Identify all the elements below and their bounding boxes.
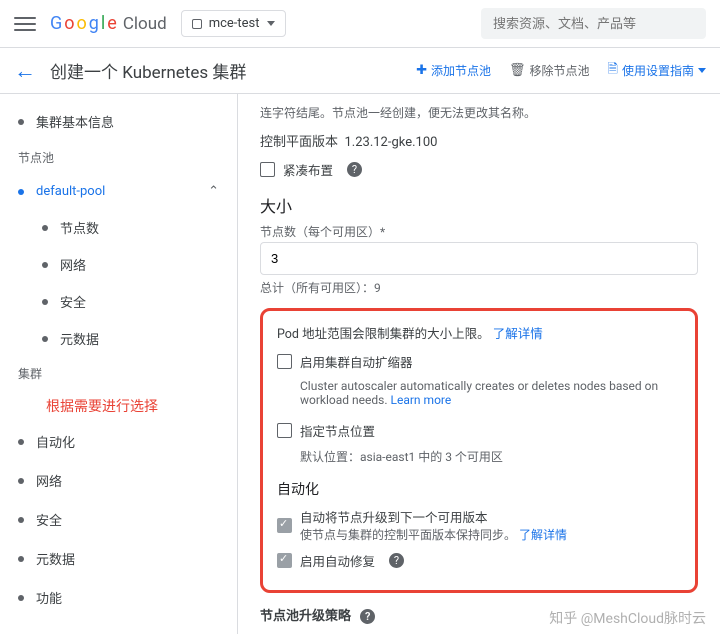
- autoscaler-label: 启用集群自动扩缩器: [300, 352, 413, 371]
- sidebar-basic-info[interactable]: 集群基本信息: [0, 102, 237, 141]
- autoscaler-checkbox[interactable]: [277, 354, 292, 369]
- size-heading: 大小: [260, 193, 698, 217]
- name-hint: 连字符结尾。节点池一经创建，便无法更改其名称。: [260, 104, 698, 121]
- chevron-down-icon: [267, 21, 275, 26]
- sidebar: 集群基本信息 节点池 default-pool⌃ 节点数 网络 安全 元数据 集…: [0, 94, 238, 634]
- sidebar-pool-metadata[interactable]: 元数据: [42, 320, 237, 357]
- sidebar-cluster-auto[interactable]: 自动化: [0, 422, 237, 461]
- location-default: 默认位置：asia-east1 中的 3 个可用区: [300, 448, 681, 465]
- auto-upgrade-label: 自动将节点升级到下一个可用版本: [300, 507, 567, 526]
- sidebar-cat-cluster: 集群: [0, 357, 237, 390]
- nodes-label: 节点数（每个可用区）*: [260, 223, 698, 240]
- watermark: 知乎 @MeshCloud脉时云: [549, 608, 706, 628]
- location-checkbox[interactable]: [277, 423, 292, 438]
- plus-icon: ✚: [416, 63, 427, 78]
- help-icon[interactable]: ?: [389, 553, 404, 568]
- doc-icon: 🗎: [608, 60, 618, 82]
- learn-link[interactable]: 了解详情: [493, 327, 543, 342]
- sidebar-pool-security[interactable]: 安全: [42, 283, 237, 320]
- location-label: 指定节点位置: [300, 421, 375, 440]
- chevron-up-icon: ⌃: [208, 184, 219, 199]
- sidebar-cluster-metadata[interactable]: 元数据: [0, 539, 237, 578]
- setup-guide-button[interactable]: 🗎使用设置指南: [608, 60, 706, 82]
- automation-heading: 自动化: [277, 479, 681, 499]
- total-nodes: 总计（所有可用区）：9: [260, 279, 698, 296]
- help-icon[interactable]: ?: [360, 609, 375, 624]
- auto-repair-checkbox[interactable]: [277, 553, 292, 568]
- nodes-input[interactable]: [260, 242, 698, 275]
- compact-checkbox[interactable]: [260, 162, 275, 177]
- sidebar-cluster-feature[interactable]: 功能: [0, 578, 237, 617]
- trash-icon: 🗑: [509, 63, 526, 78]
- sidebar-cluster-security[interactable]: 安全: [0, 500, 237, 539]
- project-name: mce-test: [209, 16, 260, 31]
- compact-label: 紧凑布置: [283, 160, 333, 179]
- page-title: 创建一个 Kubernetes 集群: [50, 58, 246, 83]
- remove-nodepool-button[interactable]: 🗑移除节点池: [509, 62, 590, 79]
- gcp-logo: Google Cloud: [50, 13, 167, 34]
- sidebar-default-pool[interactable]: default-pool⌃: [0, 174, 237, 209]
- help-icon[interactable]: ?: [347, 162, 362, 177]
- sidebar-pool-network[interactable]: 网络: [42, 246, 237, 283]
- cp-version-value: 1.23.12-gke.100: [344, 135, 437, 150]
- project-selector[interactable]: mce-test: [181, 10, 286, 37]
- pod-limit-text: Pod 地址范围会限制集群的大小上限。: [277, 327, 490, 342]
- add-nodepool-button[interactable]: ✚添加节点池: [416, 62, 491, 79]
- menu-icon[interactable]: [14, 17, 36, 31]
- search-box[interactable]: [481, 8, 706, 39]
- learn-more-link[interactable]: Learn more: [391, 393, 452, 407]
- sidebar-pool-nodes[interactable]: 节点数: [42, 209, 237, 246]
- learn-link-2[interactable]: 了解详情: [519, 528, 567, 542]
- search-input[interactable]: [481, 8, 706, 39]
- auto-repair-label: 启用自动修复: [300, 551, 375, 570]
- sidebar-cat-pool: 节点池: [0, 141, 237, 174]
- back-arrow-icon[interactable]: ←: [14, 58, 36, 84]
- highlight-box-autoscale: Pod 地址范围会限制集群的大小上限。 了解详情 启用集群自动扩缩器 Clust…: [260, 308, 698, 593]
- sidebar-cluster-network[interactable]: 网络: [0, 461, 237, 500]
- annotation-note: 根据需要进行选择: [0, 390, 237, 422]
- auto-upgrade-checkbox[interactable]: [277, 518, 292, 533]
- content-area: 连字符结尾。节点池一经创建，便无法更改其名称。 控制平面版本 1.23.12-g…: [238, 94, 720, 634]
- cp-version-label: 控制平面版本: [260, 135, 338, 150]
